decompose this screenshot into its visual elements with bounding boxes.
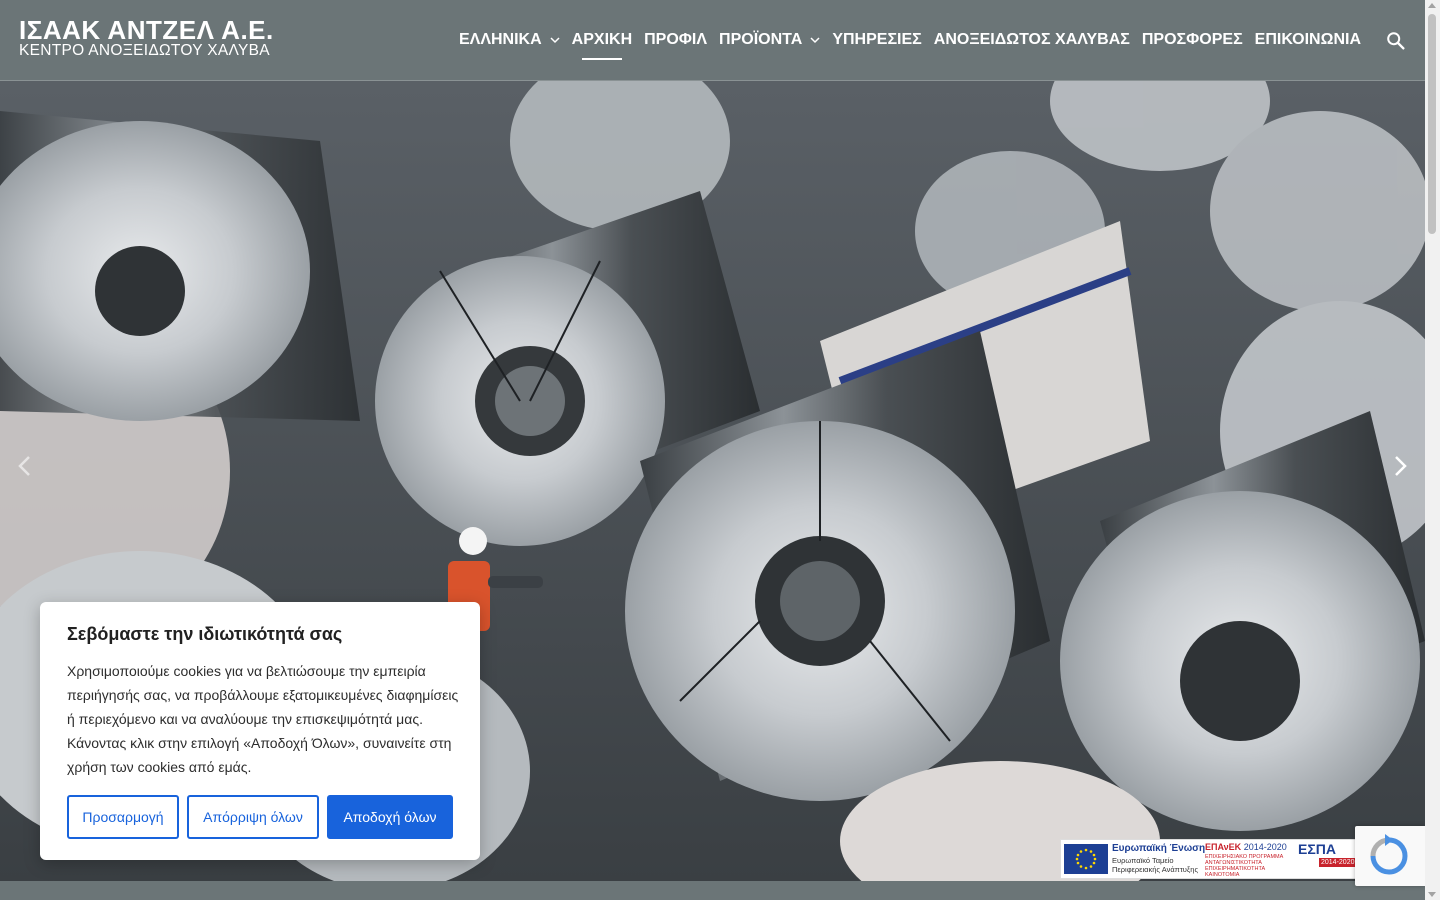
espa-program-years: 2014-2020: [1243, 842, 1287, 852]
nav-item-label: ΑΡΧΙΚΗ: [571, 31, 633, 48]
chevron-down-icon: [550, 37, 560, 44]
nav-item-label: ΕΠΙΚΟΙΝΩΝΙΑ: [1254, 31, 1361, 48]
nav-item-label: ΠΡΟΦΙΛ: [644, 31, 708, 48]
nav-item-home[interactable]: ΑΡΧΙΚΗ: [571, 28, 633, 60]
nav-item-label: ΕΛΛΗΝΙΚΑ: [458, 31, 542, 48]
nav-item-contact[interactable]: ΕΠΙΚΟΙΝΩΝΙΑ: [1255, 28, 1361, 52]
nav-item-offers[interactable]: ΠΡΟΣΦΟΡΕΣ: [1142, 28, 1243, 52]
nav-item-label: ΠΡΟΪΟΝΤΑ: [719, 31, 803, 48]
eu-flag-icon: [1064, 844, 1108, 874]
chevron-left-icon[interactable]: [10, 451, 40, 481]
site-header: ΙΣΑΑΚ ΑΝΤΖΕΛ Α.Ε. ΚΕΝΤΡΟ ΑΝΟΞΕΙΔΩΤΟΥ ΧΑΛ…: [0, 0, 1425, 81]
nav-item-services[interactable]: ΥΠΗΡΕΣΙΕΣ: [832, 28, 921, 52]
chevron-right-icon[interactable]: [1385, 451, 1415, 481]
nav-item-label: ΠΡΟΣΦΟΡΕΣ: [1141, 31, 1243, 48]
espa-years: 2014-2020: [1319, 858, 1357, 867]
main-nav: ΕΛΛΗΝΙΚΑ ΑΡΧΙΚΗ ΠΡΟΦΙΛ ΠΡΟΪΟΝΤΑ ΥΠΗΡΕΣΙΕ…: [459, 28, 1361, 60]
recaptcha-badge[interactable]: [1355, 826, 1425, 886]
customize-button[interactable]: Προσαρμογή: [67, 795, 179, 839]
nav-item-profile[interactable]: ΠΡΟΦΙΛ: [644, 28, 707, 52]
nav-item-products[interactable]: ΠΡΟΪΟΝΤΑ: [719, 28, 820, 52]
espa-logo: ΕΣΠΑ: [1298, 841, 1336, 857]
logo-subtitle: ΚΕΝΤΡΟ ΑΝΟΞΕΙΔΩΤΟΥ ΧΑΛΥΒΑ: [19, 42, 270, 59]
scroll-down-icon[interactable]: [1428, 892, 1436, 897]
scroll-up-icon[interactable]: [1428, 3, 1436, 8]
espa-eu-fund: Ευρωπαϊκό Ταμείο Περιφερειακής Ανάπτυξης: [1112, 856, 1199, 874]
recaptcha-icon: [1370, 834, 1408, 875]
site-logo[interactable]: ΙΣΑΑΚ ΑΝΤΖΕΛ Α.Ε. ΚΕΝΤΡΟ ΑΝΟΞΕΙΔΩΤΟΥ ΧΑΛ…: [19, 15, 274, 59]
cookie-consent-panel: Σεβόμαστε την ιδιωτικότητά σας Χρησιμοπο…: [40, 602, 480, 860]
chevron-down-icon: [810, 37, 820, 44]
reject-all-button[interactable]: Απόρριψη όλων: [187, 795, 319, 839]
nav-item-stainless-steel[interactable]: ΑΝΟΞΕΙΔΩΤΟΣ ΧΑΛΥΒΑΣ: [934, 28, 1130, 52]
espa-banner[interactable]: Ευρωπαϊκή Ένωση Ευρωπαϊκό Ταμείο Περιφερ…: [1060, 839, 1358, 879]
page-scrollbar[interactable]: [1425, 0, 1440, 900]
espa-program-name: ΕΠΑνΕΚ: [1205, 842, 1242, 852]
cookie-title: Σεβόμαστε την ιδιωτικότητά σας: [67, 624, 343, 644]
espa-program-desc: ΕΠΙΧΕΙΡΗΣΙΑΚΟ ΠΡΟΓΡΑΜΜΑ ΑΝΤΑΓΩΝΙΣΤΙΚΟΤΗΤ…: [1205, 854, 1283, 878]
nav-item-label: ΑΝΟΞΕΙΔΩΤΟΣ ΧΑΛΥΒΑΣ: [933, 31, 1130, 48]
logo-title: ΙΣΑΑΚ ΑΝΤΖΕΛ Α.Ε.: [19, 15, 274, 45]
nav-item-language[interactable]: ΕΛΛΗΝΙΚΑ: [459, 28, 560, 52]
nav-item-label: ΥΠΗΡΕΣΙΕΣ: [832, 31, 922, 48]
espa-program: ΕΠΑνΕΚ 2014-2020: [1205, 842, 1287, 852]
cookie-text: Χρησιμοποιούμε cookies για να βελτιώσουμ…: [67, 663, 459, 775]
scroll-thumb[interactable]: [1428, 14, 1436, 234]
section-divider: [0, 881, 1425, 900]
accept-all-button[interactable]: Αποδοχή όλων: [327, 795, 453, 839]
espa-eu-title: Ευρωπαϊκή Ένωση: [1112, 843, 1206, 854]
search-icon[interactable]: [1385, 30, 1407, 52]
